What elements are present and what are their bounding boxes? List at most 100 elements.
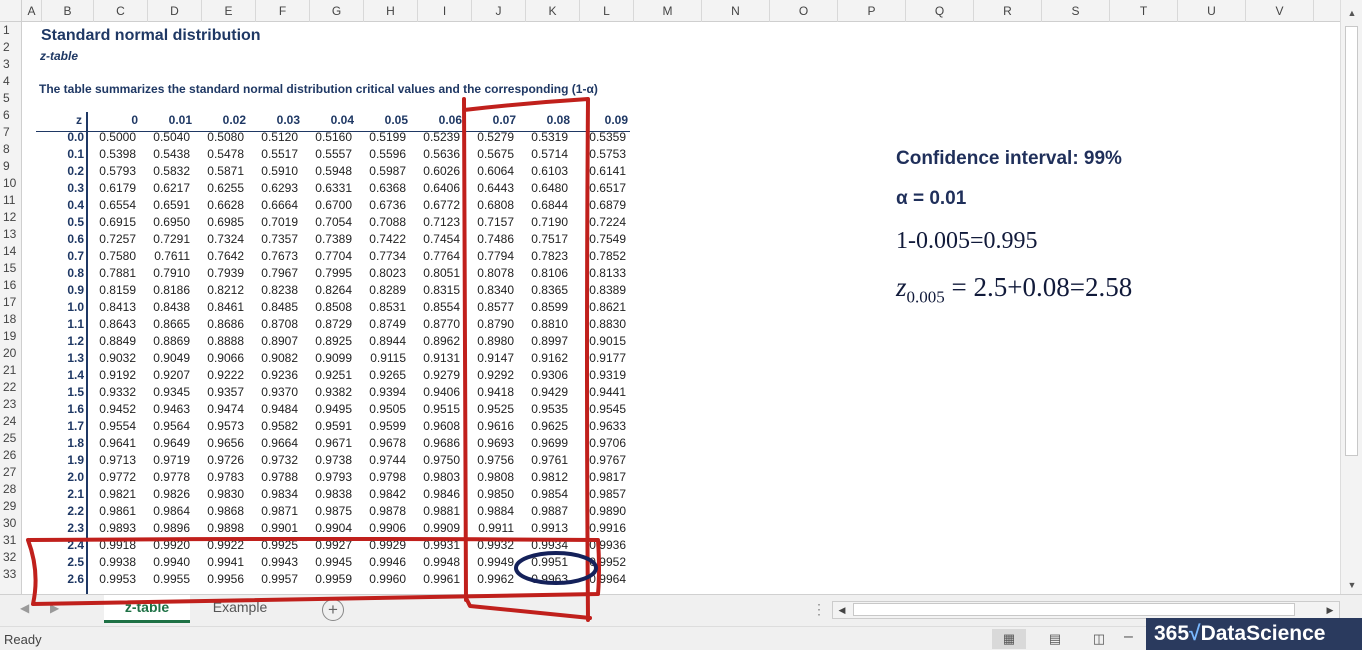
probability-cell[interactable]: 0.8106 — [518, 265, 568, 282]
probability-cell[interactable]: 0.9911 — [464, 520, 514, 537]
probability-cell[interactable]: 0.8554 — [410, 299, 460, 316]
row-header[interactable]: 2 — [0, 39, 21, 56]
row-header[interactable]: 1 — [0, 22, 21, 39]
column-header-f[interactable]: F — [256, 0, 310, 22]
probability-cell[interactable]: 0.8888 — [194, 333, 244, 350]
probability-cell[interactable]: 0.9382 — [302, 384, 352, 401]
probability-cell[interactable]: 0.5199 — [356, 129, 406, 146]
probability-cell[interactable]: 0.8643 — [86, 316, 136, 333]
probability-cell[interactable]: 0.9808 — [464, 469, 514, 486]
probability-cell[interactable]: 0.9693 — [464, 435, 514, 452]
probability-cell[interactable]: 0.9599 — [356, 418, 406, 435]
probability-cell[interactable]: 0.9251 — [302, 367, 352, 384]
probability-cell[interactable]: 0.8907 — [248, 333, 298, 350]
probability-cell[interactable]: 0.7224 — [576, 214, 626, 231]
z-value-cell[interactable]: 1.1 — [42, 316, 84, 333]
row-header[interactable]: 29 — [0, 498, 21, 515]
row-header[interactable]: 25 — [0, 430, 21, 447]
probability-cell[interactable]: 0.5478 — [194, 146, 244, 163]
probability-cell[interactable]: 0.5793 — [86, 163, 136, 180]
column-header-c[interactable]: C — [94, 0, 148, 22]
column-header-a[interactable]: A — [22, 0, 42, 22]
probability-cell[interactable]: 0.9890 — [576, 503, 626, 520]
z-value-cell[interactable]: 1.7 — [42, 418, 84, 435]
probability-cell[interactable]: 0.6103 — [518, 163, 568, 180]
probability-cell[interactable]: 0.8665 — [140, 316, 190, 333]
probability-cell[interactable]: 0.9927 — [302, 537, 352, 554]
probability-cell[interactable]: 0.9706 — [576, 435, 626, 452]
probability-cell[interactable]: 0.6808 — [464, 197, 514, 214]
probability-cell[interactable]: 0.9803 — [410, 469, 460, 486]
probability-cell[interactable]: 0.9857 — [576, 486, 626, 503]
probability-cell[interactable]: 0.9943 — [248, 554, 298, 571]
probability-cell[interactable]: 0.8708 — [248, 316, 298, 333]
probability-cell[interactable]: 0.9938 — [86, 554, 136, 571]
row-header[interactable]: 33 — [0, 566, 21, 583]
probability-cell[interactable]: 0.5438 — [140, 146, 190, 163]
probability-cell[interactable]: 0.6217 — [140, 180, 190, 197]
row-header[interactable]: 5 — [0, 90, 21, 107]
probability-cell[interactable]: 0.9515 — [410, 401, 460, 418]
probability-cell[interactable]: 0.7823 — [518, 248, 568, 265]
column-header-e[interactable]: E — [202, 0, 256, 22]
grid-icon[interactable]: ▦ — [992, 629, 1026, 649]
row-header[interactable]: 17 — [0, 294, 21, 311]
column-header-r[interactable]: R — [974, 0, 1042, 22]
probability-cell[interactable]: 0.9875 — [302, 503, 352, 520]
probability-cell[interactable]: 0.9192 — [86, 367, 136, 384]
row-header[interactable]: 10 — [0, 175, 21, 192]
row-header[interactable]: 15 — [0, 260, 21, 277]
probability-cell[interactable]: 0.8621 — [576, 299, 626, 316]
probability-cell[interactable]: 0.7910 — [140, 265, 190, 282]
z-value-cell[interactable]: 1.2 — [42, 333, 84, 350]
row-header[interactable]: 24 — [0, 413, 21, 430]
probability-cell[interactable]: 0.9616 — [464, 418, 514, 435]
probability-cell[interactable]: 0.9535 — [518, 401, 568, 418]
probability-cell[interactable]: 0.7939 — [194, 265, 244, 282]
z-value-cell[interactable]: 1.3 — [42, 350, 84, 367]
probability-cell[interactable]: 0.5832 — [140, 163, 190, 180]
probability-cell[interactable]: 0.8186 — [140, 282, 190, 299]
probability-cell[interactable]: 0.8413 — [86, 299, 136, 316]
probability-cell[interactable]: 0.9893 — [86, 520, 136, 537]
page-layout-icon[interactable]: ▤ — [1038, 629, 1072, 649]
probability-cell[interactable]: 0.9896 — [140, 520, 190, 537]
probability-cell[interactable]: 0.8264 — [302, 282, 352, 299]
probability-cell[interactable]: 0.7704 — [302, 248, 352, 265]
z-value-cell[interactable]: 1.9 — [42, 452, 84, 469]
probability-cell[interactable]: 0.7257 — [86, 231, 136, 248]
z-value-cell[interactable]: 0.1 — [42, 146, 84, 163]
z-value-cell[interactable]: 1.6 — [42, 401, 84, 418]
probability-cell[interactable]: 0.8599 — [518, 299, 568, 316]
probability-cell[interactable]: 0.9641 — [86, 435, 136, 452]
probability-cell[interactable]: 0.7794 — [464, 248, 514, 265]
z-value-cell[interactable]: 0.6 — [42, 231, 84, 248]
probability-cell[interactable]: 0.5753 — [576, 146, 626, 163]
probability-cell[interactable]: 0.6628 — [194, 197, 244, 214]
probability-cell[interactable]: 0.9957 — [248, 571, 298, 588]
z-value-cell[interactable]: 2.1 — [42, 486, 84, 503]
probability-cell[interactable]: 0.8238 — [248, 282, 298, 299]
probability-cell[interactable]: 0.9861 — [86, 503, 136, 520]
probability-cell[interactable]: 0.9898 — [194, 520, 244, 537]
probability-cell[interactable]: 0.9906 — [356, 520, 406, 537]
probability-cell[interactable]: 0.9713 — [86, 452, 136, 469]
row-header[interactable]: 11 — [0, 192, 21, 209]
probability-cell[interactable]: 0.8770 — [410, 316, 460, 333]
probability-cell[interactable]: 0.8023 — [356, 265, 406, 282]
probability-cell[interactable]: 0.6255 — [194, 180, 244, 197]
z-value-cell[interactable]: 1.8 — [42, 435, 84, 452]
select-all-corner[interactable] — [0, 0, 22, 22]
probability-cell[interactable]: 0.9945 — [302, 554, 352, 571]
probability-cell[interactable]: 0.7549 — [576, 231, 626, 248]
horizontal-scroll-thumb[interactable] — [853, 603, 1295, 616]
probability-cell[interactable]: 0.9920 — [140, 537, 190, 554]
probability-cell[interactable]: 0.9913 — [518, 520, 568, 537]
probability-cell[interactable]: 0.9838 — [302, 486, 352, 503]
probability-cell[interactable]: 0.5040 — [140, 129, 190, 146]
probability-cell[interactable]: 0.8830 — [576, 316, 626, 333]
probability-cell[interactable]: 0.9418 — [464, 384, 514, 401]
row-header[interactable]: 8 — [0, 141, 21, 158]
probability-cell[interactable]: 0.9625 — [518, 418, 568, 435]
probability-cell[interactable]: 0.9732 — [248, 452, 298, 469]
